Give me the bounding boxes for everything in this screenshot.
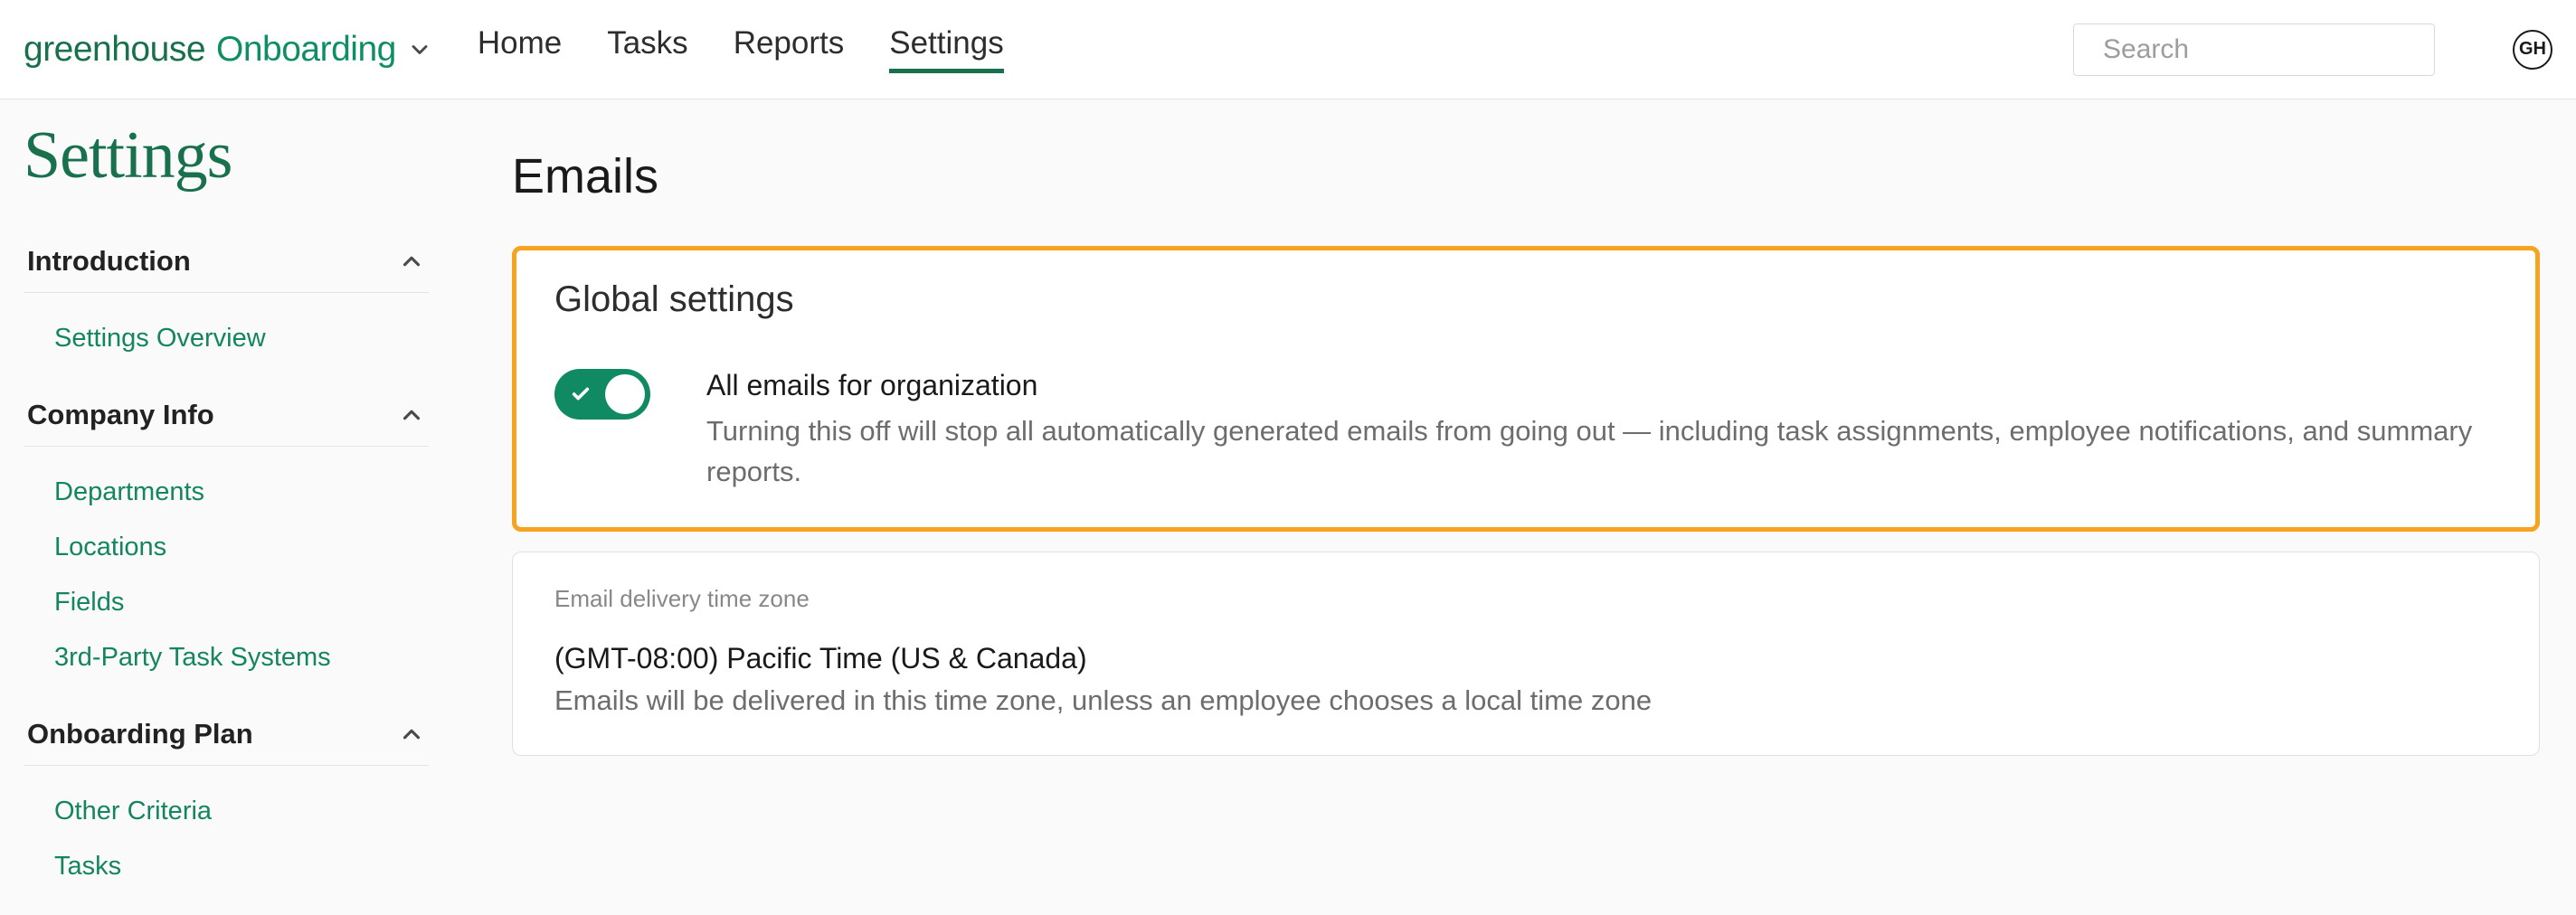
sidebar-item-tasks[interactable]: Tasks <box>54 839 429 894</box>
nav-home[interactable]: Home <box>478 25 562 73</box>
chevron-down-icon <box>407 37 432 62</box>
sidebar-section-company-info[interactable]: Company Info <box>24 381 429 447</box>
toggle-label: All emails for organization <box>706 369 2497 402</box>
sidebar-section-onboarding-plan[interactable]: Onboarding Plan <box>24 700 429 766</box>
sidebar-section-label: Company Info <box>27 399 214 431</box>
search-box[interactable] <box>2073 24 2435 76</box>
tz-value: (GMT-08:00) Pacific Time (US & Canada) <box>554 642 2497 675</box>
main-panel: Emails Global settings All emails for or… <box>452 99 2576 915</box>
nav-settings[interactable]: Settings <box>889 25 1003 73</box>
sidebar-item-settings-overview[interactable]: Settings Overview <box>54 311 429 366</box>
sidebar-item-3rd-party-tasks[interactable]: 3rd-Party Task Systems <box>54 630 429 685</box>
chevron-up-icon <box>398 248 425 275</box>
tz-desc: Emails will be delivered in this time zo… <box>554 684 2497 717</box>
sidebar-section-introduction[interactable]: Introduction <box>24 227 429 293</box>
all-emails-toggle[interactable] <box>554 369 650 420</box>
primary-nav: Home Tasks Reports Settings <box>478 25 1004 73</box>
avatar[interactable]: GH <box>2513 30 2552 70</box>
global-settings-card: Global settings All emails for organizat… <box>512 246 2540 532</box>
top-nav: greenhouse Onboarding Home Tasks Reports… <box>0 0 2576 99</box>
timezone-card: Email delivery time zone (GMT-08:00) Pac… <box>512 552 2540 756</box>
sidebar: Settings Introduction Settings Overview … <box>0 99 452 915</box>
sidebar-item-other-criteria[interactable]: Other Criteria <box>54 784 429 839</box>
sidebar-section-label: Introduction <box>27 245 191 278</box>
search-input[interactable] <box>2103 34 2452 65</box>
brand-word-2: Onboarding <box>216 30 396 70</box>
sidebar-item-departments[interactable]: Departments <box>54 465 429 520</box>
chevron-up-icon <box>398 401 425 429</box>
main-heading: Emails <box>512 148 2540 204</box>
tz-mini-label: Email delivery time zone <box>554 585 2497 613</box>
toggle-desc: Turning this off will stop all automatic… <box>706 411 2497 493</box>
sidebar-item-locations[interactable]: Locations <box>54 520 429 575</box>
nav-reports[interactable]: Reports <box>734 25 845 73</box>
sidebar-item-fields[interactable]: Fields <box>54 575 429 630</box>
card-title: Global settings <box>554 279 2497 320</box>
sidebar-section-label: Onboarding Plan <box>27 718 253 750</box>
nav-tasks[interactable]: Tasks <box>607 25 687 73</box>
brand-switcher[interactable]: greenhouse Onboarding <box>24 30 432 70</box>
chevron-up-icon <box>398 721 425 748</box>
page-title: Settings <box>24 118 429 194</box>
brand-word-1: greenhouse <box>24 30 205 70</box>
